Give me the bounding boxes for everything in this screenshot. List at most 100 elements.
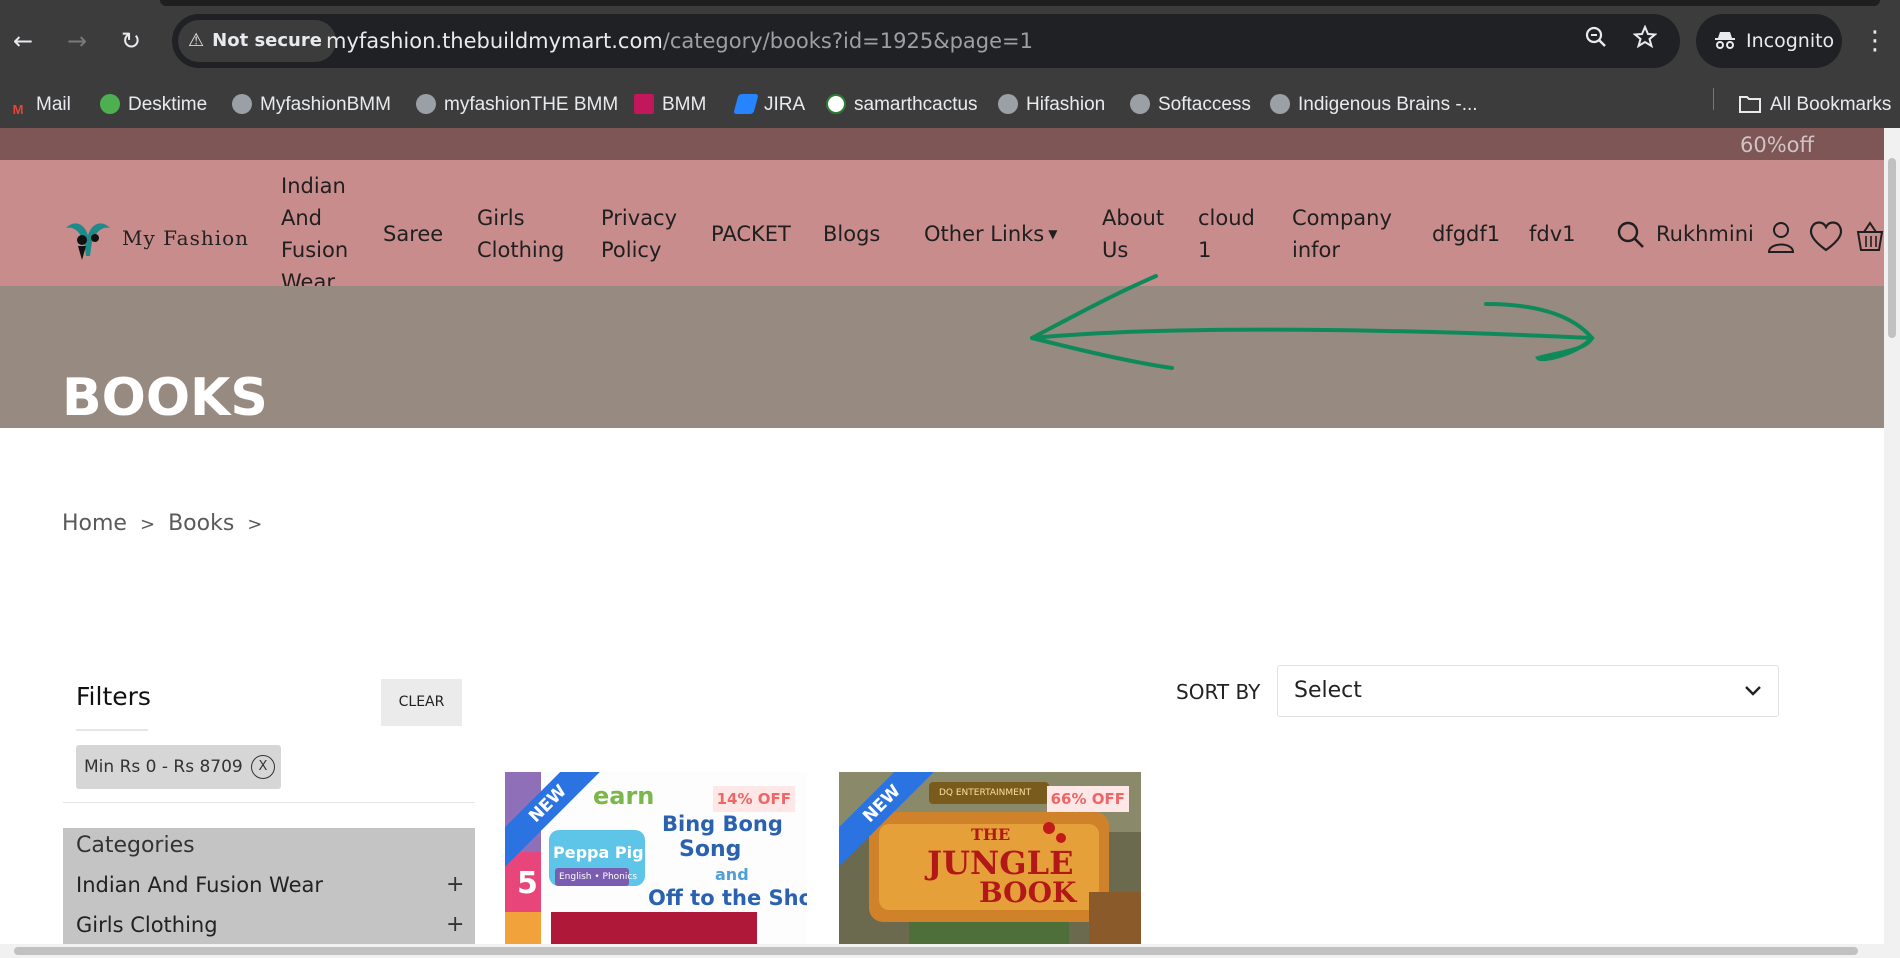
nav-saree[interactable]: Saree (383, 218, 443, 250)
vertical-scrollbar[interactable] (1884, 128, 1900, 944)
bookmark-label: JIRA (764, 94, 806, 115)
cover-line-4: Off to the Shop (648, 886, 807, 910)
expand-category-button[interactable]: + (446, 870, 464, 900)
security-indicator[interactable]: ⚠ Not secure (178, 20, 336, 62)
cover-line-2: Song (679, 837, 742, 862)
bookmark-mail[interactable]: M Mail (8, 81, 71, 128)
breadcrumb-books[interactable]: Books (168, 511, 234, 536)
bookmark-hifashion[interactable]: Hifashion (998, 81, 1105, 128)
horizontal-scrollbar[interactable] (0, 944, 1900, 958)
globe-icon (232, 94, 252, 114)
nav-other-links-label: Other Links (924, 222, 1045, 246)
all-bookmarks-button[interactable]: All Bookmarks (1738, 81, 1891, 128)
page-viewport: 60%off My Fashion Indian And Fusion Wear… (0, 128, 1884, 944)
filters-underline (76, 729, 148, 731)
nav-indian-fusion-wear[interactable]: Indian And Fusion Wear (281, 170, 348, 298)
price-filter-label: Min Rs 0 - Rs 8709 (84, 757, 243, 777)
bookmark-bmm[interactable]: BMM (634, 81, 706, 128)
bookmark-label: Hifashion (1026, 94, 1106, 115)
tab-strip-edge (160, 0, 1880, 6)
jira-icon (733, 94, 759, 114)
nav-privacy-policy[interactable]: Privacy Policy (601, 202, 677, 266)
filters-title: Filters (76, 682, 151, 711)
scrollbar-thumb[interactable] (1888, 158, 1896, 338)
wishlist-heart-icon[interactable] (1808, 220, 1844, 256)
category-indian-fusion-wear[interactable]: Indian And Fusion Wear (76, 870, 323, 900)
back-button[interactable]: ← (8, 26, 38, 56)
url-text[interactable]: myfashion.thebuildmymart.com/category/bo… (326, 26, 1033, 56)
product-card[interactable]: DQ ENTERTAINMENT THE JUNGLE BOOK NEW 66%… (839, 772, 1141, 944)
incognito-icon (1714, 14, 1736, 68)
folder-icon (1738, 85, 1762, 132)
globe-icon (998, 94, 1018, 114)
reload-button[interactable]: ↻ (116, 26, 146, 56)
cover-title-3: BOOK (979, 876, 1077, 909)
chevron-down-icon (1744, 682, 1762, 701)
sort-select[interactable]: Select (1277, 665, 1779, 717)
nav-fdv1[interactable]: fdv1 (1529, 218, 1576, 250)
breadcrumb-home[interactable]: Home (62, 511, 127, 536)
promo-bar (0, 128, 1884, 160)
nav-girls-clothing[interactable]: Girls Clothing (477, 202, 564, 266)
discount-badge: 14% OFF (712, 786, 795, 812)
bookmarks-bar: M Mail Desktime MyfashionBMM myfashionTHE… (0, 81, 1900, 128)
bookmark-myfashion-the-bmm[interactable]: myfashionTHE BMM (416, 81, 618, 128)
category-hero (0, 286, 1884, 428)
nav-cloud-1[interactable]: cloud 1 (1198, 202, 1255, 266)
sort-by-label: SORT BY (1176, 680, 1261, 704)
bookmark-desktime[interactable]: Desktime (100, 81, 207, 128)
nav-about-us[interactable]: About Us (1102, 202, 1164, 266)
forward-button[interactable]: → (62, 26, 92, 56)
breadcrumb-separator: > (139, 514, 156, 535)
scrollbar-thumb[interactable] (14, 947, 1858, 955)
user-icon[interactable] (1766, 220, 1796, 258)
url-host: myfashion.thebuildmymart.com (326, 29, 663, 53)
cover-number: 5 (517, 866, 538, 901)
nav-company-infor[interactable]: Company infor (1292, 202, 1392, 266)
bookmark-samarthcactus[interactable]: samarthcactus (826, 81, 978, 128)
cover-title-2: JUNGLE (927, 844, 1074, 882)
incognito-label: Incognito (1746, 30, 1835, 52)
search-icon[interactable] (1616, 220, 1646, 254)
nav-dfgdf1[interactable]: dfgdf1 (1432, 218, 1500, 250)
zoom-icon[interactable] (1584, 24, 1608, 58)
cactus-icon (826, 94, 846, 114)
expand-category-button[interactable]: + (446, 910, 464, 940)
remove-filter-button[interactable]: X (251, 755, 275, 779)
bookmark-indigenous-brains[interactable]: Indigenous Brains -... (1270, 81, 1478, 128)
nav-packet[interactable]: PACKET (711, 218, 791, 250)
nav-blogs[interactable]: Blogs (823, 218, 880, 250)
browser-menu-button[interactable]: ⋮ (1862, 24, 1888, 58)
promo-text[interactable]: 60%off (1740, 132, 1814, 158)
url-path: /category/books?id=1925&page=1 (662, 29, 1033, 53)
clear-filters-button[interactable]: CLEAR (381, 679, 462, 726)
gmail-icon: M (12, 102, 24, 117)
bookmark-jira[interactable]: JIRA (733, 81, 806, 128)
bookmark-label: myfashionTHE BMM (444, 94, 619, 115)
globe-icon (416, 94, 436, 114)
bookmark-label: Softaccess (1158, 94, 1251, 115)
sort-selected-value: Select (1294, 678, 1362, 703)
bookmark-label: MyfashionBMM (260, 94, 391, 115)
bookmark-myfashionbmm[interactable]: MyfashionBMM (232, 81, 391, 128)
user-name[interactable]: Rukhmini (1656, 218, 1754, 250)
cover-line-3: and (715, 865, 749, 884)
nav-other-links[interactable]: Other Links ▼ (924, 218, 1057, 250)
category-girls-clothing[interactable]: Girls Clothing (76, 910, 218, 940)
incognito-indicator[interactable]: Incognito (1696, 14, 1842, 68)
bookmark-softaccess[interactable]: Softaccess (1130, 81, 1251, 128)
product-card[interactable]: 5 earn Peppa Pig English • Phonics Bing … (505, 772, 807, 944)
warning-icon: ⚠ (188, 30, 205, 51)
bookmarks-divider (1713, 88, 1714, 110)
cover-top-text: earn (593, 782, 655, 810)
desktime-icon (100, 94, 120, 114)
cart-basket-icon[interactable] (1856, 220, 1884, 256)
discount-badge: 66% OFF (1046, 786, 1129, 812)
security-label: Not secure (212, 30, 322, 51)
breadcrumb: Home > Books > (62, 508, 268, 541)
cover-brand: Peppa Pig (553, 843, 644, 862)
cover-title-1: THE (971, 825, 1011, 844)
page-title: BOOKS (62, 368, 268, 428)
bookmark-star-icon[interactable] (1632, 24, 1658, 58)
categories-title: Categories (76, 833, 195, 858)
